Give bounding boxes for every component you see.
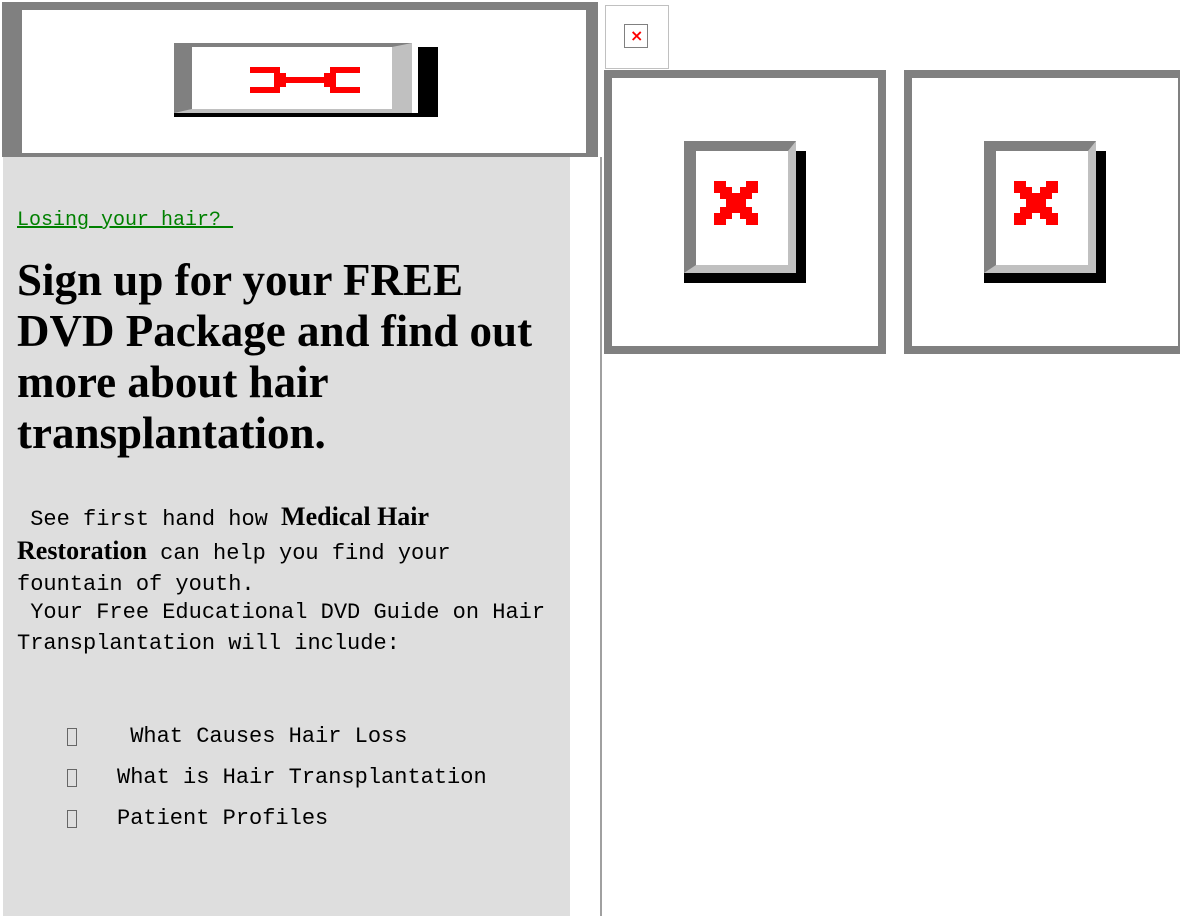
broken-image-small[interactable] — [605, 5, 669, 69]
panel-scrollbar-area[interactable] — [570, 157, 602, 916]
broken-image-icon — [250, 67, 360, 93]
broken-image-icon — [1014, 181, 1058, 225]
list-item: What is Hair Transplantation — [67, 762, 497, 793]
missing-glyph-bullet-icon — [67, 728, 77, 746]
losing-hair-link[interactable]: Losing your hair? — [17, 209, 233, 232]
banner-placeholder[interactable] — [174, 43, 438, 117]
promo-paragraph-2: Your Free Educational DVD Guide on Hair … — [17, 600, 559, 656]
para1-prefix: See first hand how — [17, 507, 282, 532]
list-item: What Causes Hair Loss — [67, 721, 497, 752]
broken-image-icon — [624, 24, 648, 48]
promo-paragraph-1: See first hand how Medical Hair Restorat… — [17, 501, 557, 600]
ad-image-frame-1[interactable] — [604, 70, 886, 354]
list-item: Patient Profiles — [67, 803, 497, 834]
missing-glyph-bullet-icon — [67, 810, 77, 828]
list-item-label: What Causes Hair Loss — [117, 724, 408, 749]
banner-ad-frame[interactable] — [2, 2, 598, 157]
promo-panel: Losing your hair? Sign up for your FREE … — [3, 157, 570, 916]
missing-glyph-bullet-icon — [67, 769, 77, 787]
broken-image-icon — [714, 181, 758, 225]
promo-headline: Sign up for your FREE DVD Package and fi… — [17, 255, 533, 458]
list-item-label: What is Hair Transplantation — [117, 765, 487, 790]
ad-image-frame-2[interactable] — [904, 70, 1180, 354]
dvd-contents-list: What Causes Hair Loss What is Hair Trans… — [67, 721, 497, 844]
list-item-label: Patient Profiles — [117, 806, 329, 831]
